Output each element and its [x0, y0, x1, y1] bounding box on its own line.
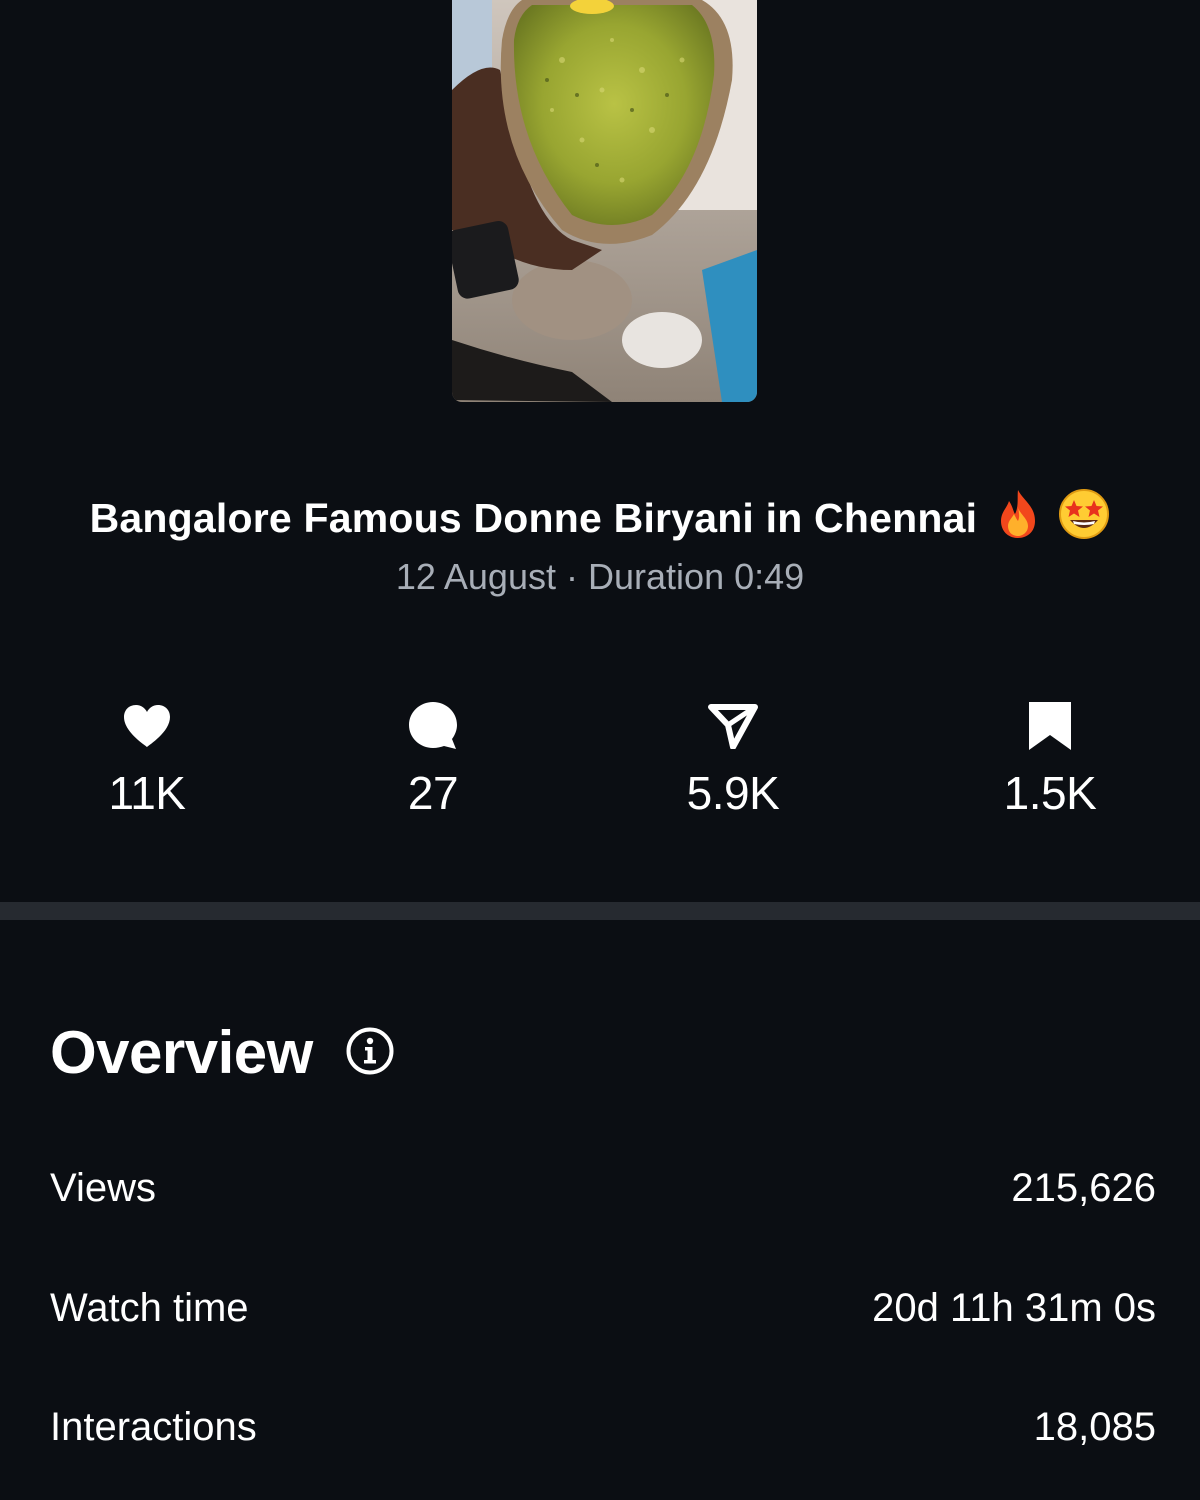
interactions-label: Interactions — [50, 1405, 257, 1449]
likes-count: 11K — [108, 767, 186, 819]
video-title-text: Bangalore Famous Donne Biryani in Chenna… — [89, 495, 978, 541]
star-struck-emoji-icon — [1058, 488, 1110, 550]
comments-count: 27 — [407, 767, 459, 819]
likes-stat[interactable]: 11K — [47, 700, 247, 820]
overview-row-views: Views 215,626 — [50, 1166, 1156, 1211]
bookmark-icon — [950, 700, 1150, 752]
views-label: Views — [50, 1166, 156, 1210]
video-thumbnail[interactable] — [452, 0, 757, 402]
send-icon — [633, 700, 833, 752]
info-icon[interactable] — [345, 1026, 395, 1081]
watch-time-value: 20d 11h 31m 0s — [872, 1286, 1156, 1330]
overview-row-interactions: Interactions 18,085 — [50, 1405, 1156, 1450]
comments-stat[interactable]: 27 — [333, 700, 533, 820]
overview-heading: Overview — [50, 1019, 313, 1086]
saves-stat[interactable]: 1.5K — [950, 700, 1150, 820]
fire-emoji-icon — [995, 488, 1041, 550]
overview-row-watch-time: Watch time 20d 11h 31m 0s — [50, 1286, 1156, 1331]
watch-time-label: Watch time — [50, 1286, 249, 1330]
heart-icon — [47, 700, 247, 752]
section-divider — [0, 902, 1200, 920]
saves-count: 1.5K — [1003, 767, 1097, 819]
comment-icon — [333, 700, 533, 752]
shares-stat[interactable]: 5.9K — [633, 700, 833, 820]
views-value: 215,626 — [1011, 1166, 1156, 1210]
video-duration: Duration 0:49 — [588, 556, 805, 597]
interactions-value: 18,085 — [1033, 1405, 1156, 1449]
meta-separator: · — [566, 556, 578, 597]
video-date: 12 August — [395, 556, 556, 597]
shares-count: 5.9K — [686, 767, 780, 819]
video-meta: 12 August · Duration 0:49 — [0, 556, 1200, 598]
video-title: Bangalore Famous Donne Biryani in Chenna… — [0, 488, 1200, 550]
biryani-thumbnail-image — [452, 0, 757, 402]
